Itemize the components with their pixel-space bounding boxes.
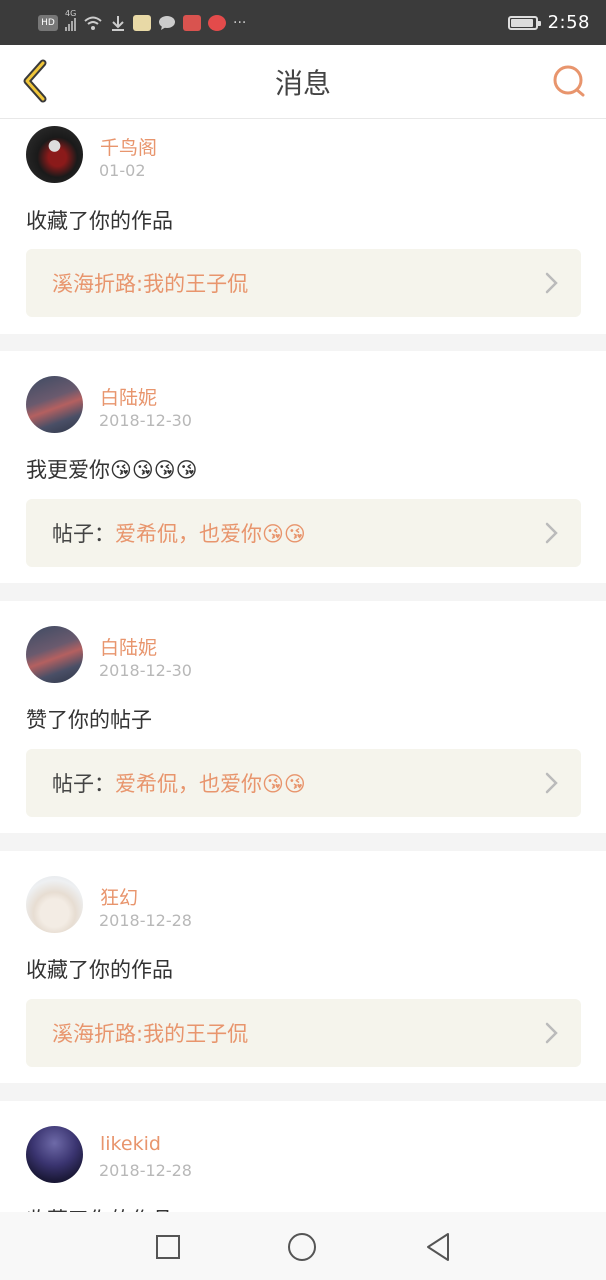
back-nav-button[interactable] (423, 1232, 453, 1262)
recents-button[interactable] (153, 1232, 183, 1262)
back-button[interactable] (12, 57, 60, 105)
message-date: 01-02 (99, 161, 146, 180)
message-text: 赞了你的帖子 (26, 708, 152, 732)
message-date: 2018-12-30 (99, 661, 192, 680)
more-icon: ··· (233, 14, 247, 31)
search-icon (553, 65, 585, 97)
message-icon (159, 15, 175, 30)
circle-icon (288, 1233, 316, 1261)
avatar[interactable] (26, 376, 83, 433)
message-date: 2018-12-28 (99, 1161, 192, 1180)
download-icon (112, 15, 124, 31)
battery-icon (507, 15, 541, 30)
list-item[interactable]: 狂幻 2018-12-28 收藏了你的作品 溪海折路:我的王子侃 (0, 851, 606, 1083)
avatar[interactable] (26, 626, 83, 683)
status-right: 2:58 (507, 12, 590, 33)
message-text: 收藏了你的作品 (26, 958, 173, 982)
app-notify-icon (133, 14, 151, 31)
ref-prefix: 帖子： (52, 522, 115, 546)
username[interactable]: 千鸟阁 (100, 133, 157, 160)
status-bar: HD 4G ··· 2:58 (0, 0, 606, 45)
username[interactable]: 白陆妮 (100, 633, 157, 660)
ref-title: 溪海折路:我的王子侃 (52, 272, 249, 296)
home-button[interactable] (287, 1232, 317, 1262)
reference-link[interactable]: 帖子： 爱希侃，也爱你😘😘 (26, 499, 581, 567)
ref-title: 爱希侃，也爱你😘😘 (115, 772, 306, 796)
ref-title: 溪海折路:我的王子侃 (52, 1022, 249, 1046)
chevron-right-icon (545, 1022, 558, 1044)
list-item[interactable]: 千鸟阁 01-02 收藏了你的作品 溪海折路:我的王子侃 (0, 119, 606, 334)
avatar[interactable] (26, 1126, 83, 1183)
ref-prefix: 帖子： (52, 772, 115, 796)
wifi-icon (84, 16, 102, 30)
avatar[interactable] (26, 876, 83, 933)
chevron-right-icon (545, 522, 558, 544)
page-title: 消息 (274, 66, 331, 100)
square-icon (156, 1235, 180, 1259)
list-item[interactable]: 白陆妮 2018-12-30 我更爱你😘😘😘😘 帖子： 爱希侃，也爱你😘😘 (0, 351, 606, 583)
clock: 2:58 (547, 12, 590, 33)
reference-link[interactable]: 溪海折路:我的王子侃 (26, 999, 581, 1067)
message-text: 我更爱你😘😘😘😘 (26, 458, 198, 482)
message-date: 2018-12-30 (99, 411, 192, 430)
reference-link[interactable]: 帖子： 爱希侃，也爱你😘😘 (26, 749, 581, 817)
app-red-icon (183, 14, 201, 31)
header: 消息 (0, 45, 606, 119)
list-item[interactable]: likekid 2018-12-28 收藏了你的作品 (0, 1101, 606, 1212)
avatar[interactable] (26, 126, 83, 183)
username[interactable]: 白陆妮 (100, 383, 157, 410)
username[interactable]: 狂幻 (100, 883, 138, 910)
search-button[interactable] (546, 57, 594, 105)
chevron-right-icon (545, 772, 558, 794)
username[interactable]: likekid (100, 1133, 161, 1155)
message-text: 收藏了你的作品 (26, 1204, 173, 1212)
hd-icon: HD (38, 14, 58, 31)
signal-icon: 4G (65, 9, 76, 31)
message-date: 2018-12-28 (99, 911, 192, 930)
lte-label: 4G (65, 8, 77, 18)
ref-title: 爱希侃，也爱你😘😘 (115, 522, 306, 546)
message-text: 收藏了你的作品 (26, 209, 173, 233)
reference-link[interactable]: 溪海折路:我的王子侃 (26, 249, 581, 317)
chevron-right-icon (545, 272, 558, 294)
weibo-icon (208, 14, 226, 31)
list-item[interactable]: 白陆妮 2018-12-30 赞了你的帖子 帖子： 爱希侃，也爱你😘😘 (0, 601, 606, 833)
system-nav-bar (0, 1212, 606, 1280)
message-list[interactable]: 千鸟阁 01-02 收藏了你的作品 溪海折路:我的王子侃 白陆妮 2018-12… (0, 119, 606, 1212)
status-icons: HD 4G ··· (38, 9, 247, 31)
triangle-back-icon (427, 1233, 449, 1261)
chevron-left-icon (23, 59, 47, 103)
